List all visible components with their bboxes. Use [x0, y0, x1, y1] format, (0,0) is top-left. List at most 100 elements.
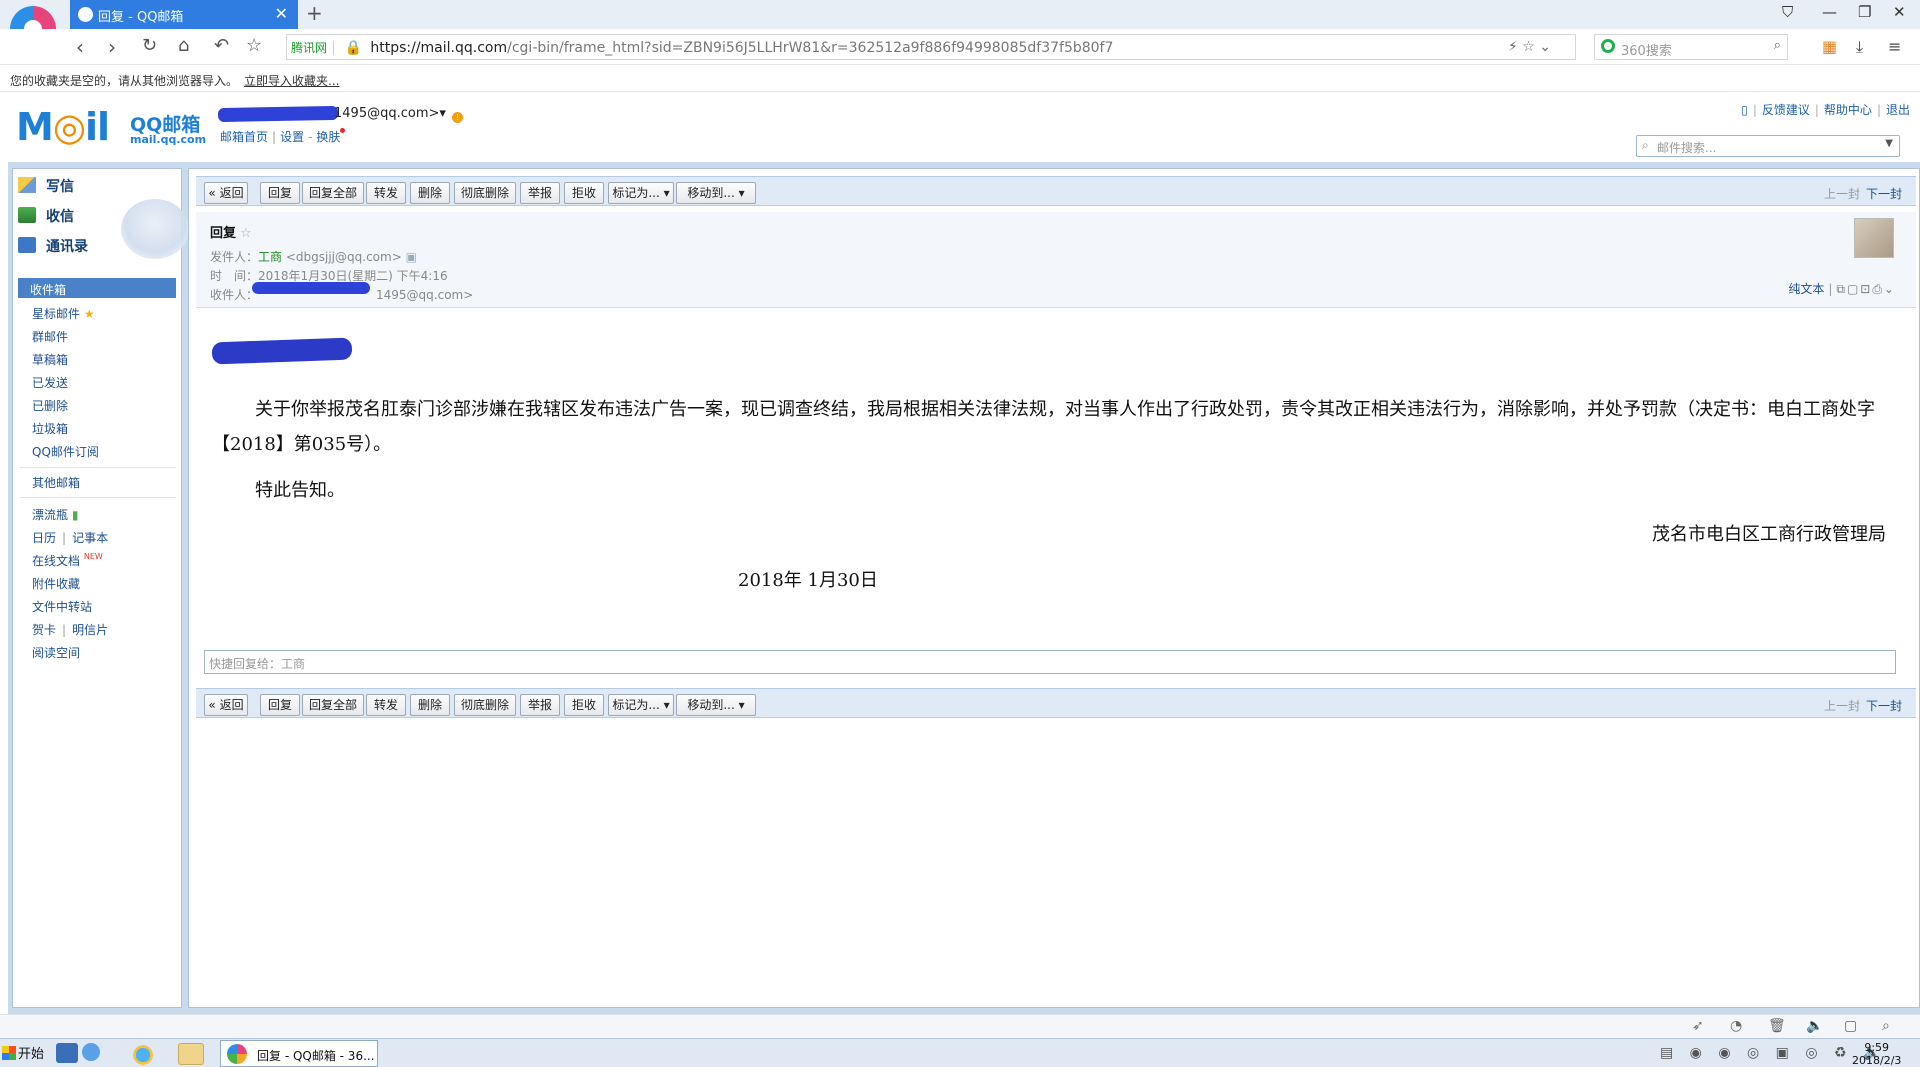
search-icon[interactable]: ⌕: [1774, 38, 1781, 53]
account-address[interactable]: 1495@qq.com>▾: [334, 106, 446, 121]
sidebar-item-inbox[interactable]: 收件箱: [18, 278, 176, 298]
sidebar-item-file-transfer[interactable]: 文件中转站: [32, 598, 92, 615]
sidebar-item-group[interactable]: 群邮件: [32, 328, 68, 345]
mobile-icon[interactable]: ▯: [1741, 103, 1748, 117]
reply-button[interactable]: 回复: [260, 182, 300, 204]
delete-button[interactable]: 删除: [410, 694, 450, 716]
browser-tab-active[interactable]: 回复 - QQ邮箱 ✕: [70, 0, 298, 29]
help-link[interactable]: 帮助中心: [1824, 103, 1872, 117]
trash-icon[interactable]: 🗑: [1768, 1018, 1786, 1034]
chevron-down-icon[interactable]: ▼: [1885, 138, 1893, 149]
restore-icon[interactable]: ❐: [1858, 3, 1871, 21]
quick-reply-input[interactable]: 快捷回复给：工商: [204, 650, 1896, 674]
move-to-dropdown[interactable]: 移动到... ▾: [676, 182, 756, 204]
zoom-icon[interactable]: ⌕: [1882, 1018, 1890, 1034]
sidebar-item-cards: 贺卡 | 明信片: [32, 623, 109, 637]
reload-icon[interactable]: ↻: [142, 35, 157, 56]
sidebar-item-reading-space[interactable]: 阅读空间: [32, 644, 80, 661]
mark-as-dropdown[interactable]: 标记为... ▾: [608, 694, 674, 716]
sidebar-item-attachments[interactable]: 附件收藏: [32, 575, 80, 592]
sidebar-item-drafts[interactable]: 草稿箱: [32, 351, 68, 368]
move-to-dropdown[interactable]: 移动到... ▾: [676, 694, 756, 716]
compose-button[interactable]: 写信: [18, 176, 74, 196]
qq-mail-logo[interactable]: M◎il: [16, 105, 110, 149]
reply-all-button[interactable]: 回复全部: [302, 694, 364, 716]
change-skin-link[interactable]: 换肤: [316, 130, 340, 144]
ie-icon[interactable]: [130, 1043, 156, 1067]
import-favorites-link[interactable]: 立即导入收藏夹...: [244, 74, 339, 88]
prev-message-link[interactable]: 上一封: [1824, 699, 1860, 713]
postcards-link[interactable]: 明信片: [72, 623, 108, 637]
sidebar-item-spam[interactable]: 垃圾箱: [32, 420, 68, 437]
reject-button[interactable]: 拒收: [564, 182, 604, 204]
delete-permanently-button[interactable]: 彻底删除: [454, 694, 516, 716]
sender-name[interactable]: 工商: [258, 250, 282, 264]
shirt-skin-icon[interactable]: ⛉: [1782, 3, 1793, 21]
start-button[interactable]: 开始: [2, 1043, 44, 1062]
address-bar-actions[interactable]: ⚡ ☆ ⌄: [1508, 39, 1551, 55]
home-icon[interactable]: ⌂: [178, 35, 189, 56]
contacts-button[interactable]: 通讯录: [18, 236, 88, 256]
receive-button[interactable]: 收信: [18, 206, 74, 226]
greeting-cards-link[interactable]: 贺卡: [32, 623, 56, 637]
folder-icon[interactable]: [178, 1043, 204, 1065]
window-icon[interactable]: ▢: [1844, 1018, 1857, 1034]
sidebar-item-drift-bottle[interactable]: 漂流瓶 ▮: [32, 506, 78, 523]
taskbar-clock[interactable]: 9:59 2018/2/3: [1852, 1041, 1901, 1067]
sender-avatar[interactable]: [1854, 218, 1894, 258]
reject-button[interactable]: 拒收: [564, 694, 604, 716]
report-button[interactable]: 举报: [520, 694, 560, 716]
sidebar-item-starred[interactable]: 星标邮件 ★: [32, 305, 95, 322]
sidebar-item-sent[interactable]: 已发送: [32, 374, 68, 391]
report-button[interactable]: 举报: [520, 182, 560, 204]
next-message-link[interactable]: 下一封: [1866, 187, 1902, 201]
prev-message-link[interactable]: 上一封: [1824, 187, 1860, 201]
network-icon[interactable]: [82, 1043, 100, 1061]
sidebar-item-online-docs[interactable]: 在线文档 NEW: [32, 552, 103, 569]
notes-link[interactable]: 记事本: [72, 531, 108, 545]
settings-link[interactable]: 设置: [280, 130, 304, 144]
forward-button[interactable]: 转发: [366, 182, 406, 204]
plain-text-link[interactable]: 纯文本: [1788, 282, 1824, 296]
tencent-badge[interactable]: 腾讯网: [291, 41, 335, 55]
sidebar-item-subscriptions[interactable]: QQ邮件订阅: [32, 443, 99, 460]
undo-close-icon[interactable]: ↶: [214, 35, 229, 56]
volume-icon[interactable]: 🔈: [1806, 1018, 1823, 1034]
reply-button[interactable]: 回复: [260, 694, 300, 716]
contact-card-icon[interactable]: ▣: [406, 250, 417, 264]
minimize-icon[interactable]: —: [1822, 3, 1837, 21]
speed-icon[interactable]: ◔: [1730, 1018, 1742, 1034]
calendar-link[interactable]: 日历: [32, 531, 56, 545]
bookmark-star-icon[interactable]: ☆: [246, 35, 262, 56]
sidebar-item-deleted[interactable]: 已删除: [32, 397, 68, 414]
close-window-icon[interactable]: ✕: [1893, 3, 1906, 21]
mail-home-link[interactable]: 邮箱首页: [220, 130, 268, 144]
forward-button[interactable]: 转发: [366, 694, 406, 716]
apps-grid-icon[interactable]: ▦: [1822, 37, 1837, 56]
forward-icon[interactable]: ›: [108, 35, 116, 59]
address-bar[interactable]: 腾讯网 🔒 https://mail.qq.com/cgi-bin/frame_…: [286, 34, 1576, 60]
reply-all-button[interactable]: 回复全部: [302, 182, 364, 204]
next-message-link[interactable]: 下一封: [1866, 699, 1902, 713]
rocket-icon[interactable]: ➶: [1692, 1018, 1704, 1034]
tab-close-icon[interactable]: ✕: [275, 4, 288, 23]
logout-link[interactable]: 退出: [1886, 103, 1910, 117]
new-tab-button[interactable]: +: [306, 1, 323, 25]
menu-icon[interactable]: ≡: [1888, 37, 1901, 56]
view-mode-icons[interactable]: ⧉▢⊡⎙⌄: [1836, 282, 1896, 296]
download-icon[interactable]: ⤓: [1856, 37, 1863, 57]
back-icon[interactable]: ‹: [76, 35, 84, 59]
search-box[interactable]: 360搜索 ⌕: [1594, 34, 1788, 60]
back-button[interactable]: « 返回: [204, 182, 248, 204]
mark-as-dropdown[interactable]: 标记为... ▾: [608, 182, 674, 204]
feedback-link[interactable]: 反馈建议: [1762, 103, 1810, 117]
mail-search-input[interactable]: ⌕ 邮件搜索... ▼: [1636, 135, 1900, 157]
delete-button[interactable]: 删除: [410, 182, 450, 204]
sidebar-item-other-mailbox[interactable]: 其他邮箱: [32, 474, 80, 491]
back-button[interactable]: « 返回: [204, 694, 248, 716]
star-outline-icon[interactable]: ☆: [240, 226, 252, 241]
account-warning-icon[interactable]: !: [452, 112, 463, 123]
delete-permanently-button[interactable]: 彻底删除: [454, 182, 516, 204]
taskbar-item-browser[interactable]: 回复 - QQ邮箱 - 36...: [220, 1040, 378, 1067]
desktop-icon[interactable]: [56, 1043, 78, 1063]
